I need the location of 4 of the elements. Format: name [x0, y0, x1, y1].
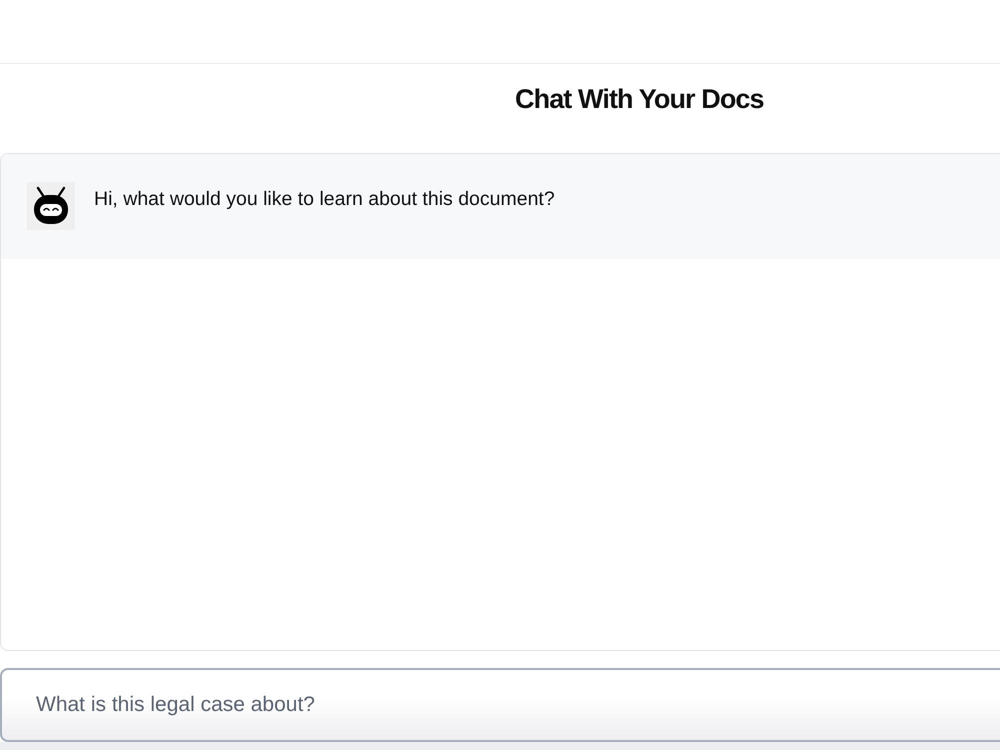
message-input[interactable]: What is this legal case about? — [0, 668, 1000, 742]
page-title: Chat With Your Docs — [515, 83, 764, 115]
robot-avatar-icon — [27, 182, 75, 230]
message-text: Hi, what would you like to learn about this document? — [94, 187, 555, 211]
